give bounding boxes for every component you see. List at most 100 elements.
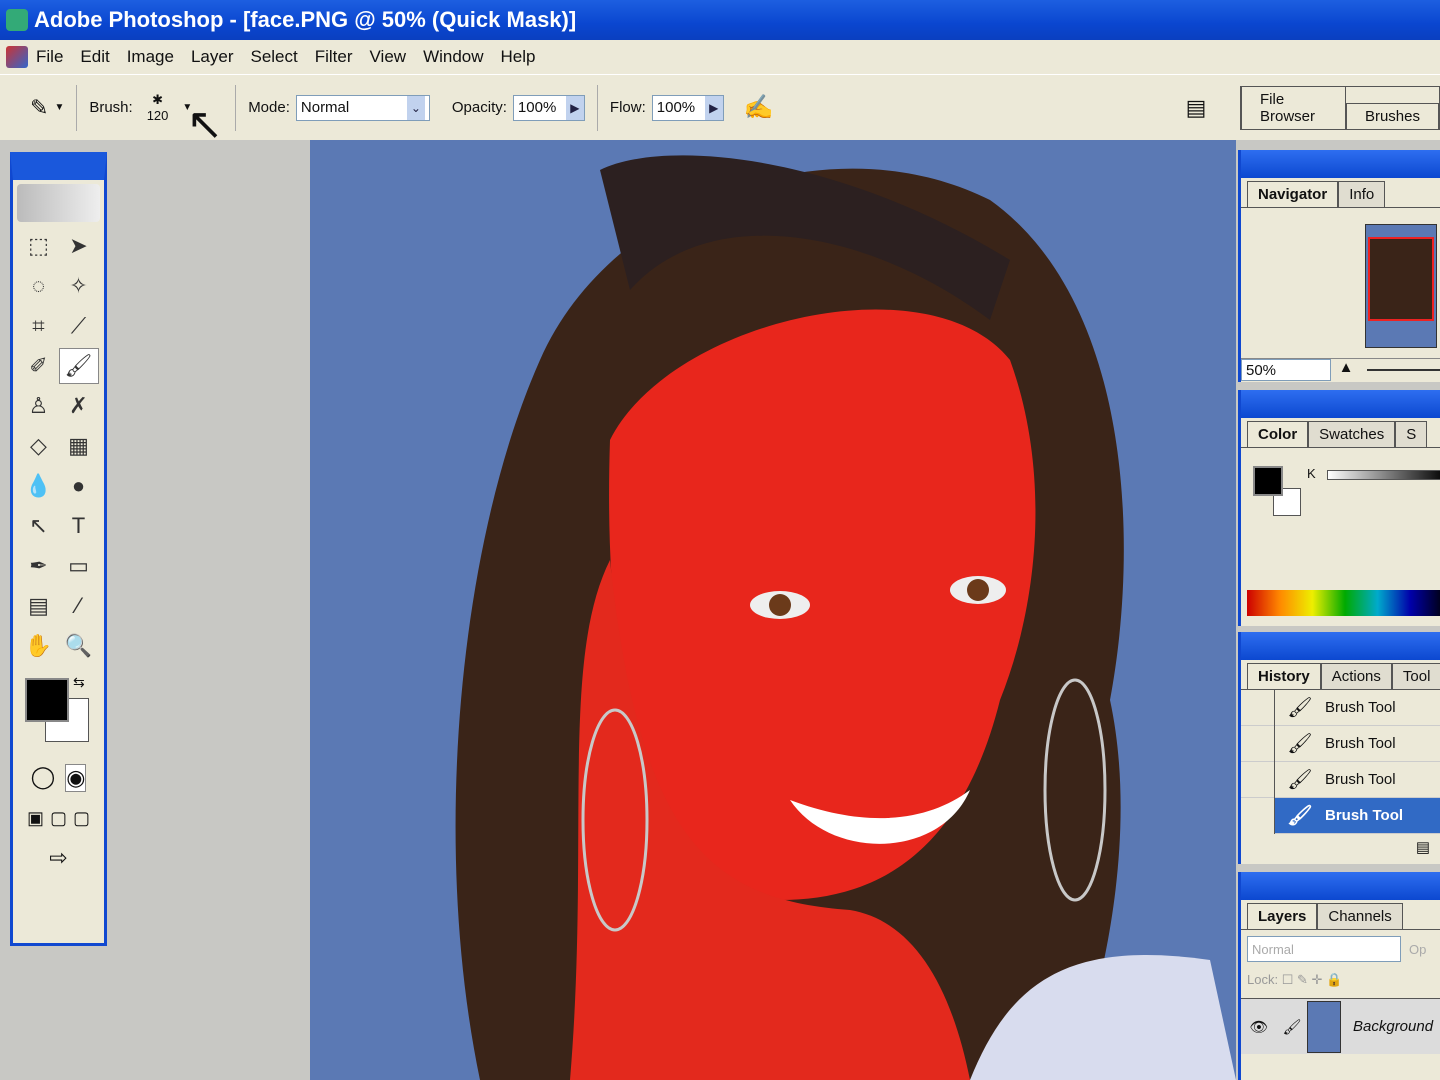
tab-actions[interactable]: Actions [1320, 663, 1392, 689]
pen-tool-icon[interactable]: ✒ [19, 548, 59, 584]
tab-channels[interactable]: Channels [1317, 903, 1403, 929]
panel-titlebar[interactable] [1241, 390, 1440, 418]
quick-mask-mode-icon[interactable]: ◉ [65, 764, 87, 792]
tab-swatches[interactable]: Swatches [1308, 421, 1396, 447]
magic-wand-icon[interactable]: ✧ [59, 268, 99, 304]
clone-stamp-icon[interactable]: ♙ [19, 388, 59, 424]
notes-tool-icon[interactable]: ▤ [19, 588, 59, 624]
history-menu-icon[interactable]: ▤ [1241, 834, 1440, 860]
opacity-input[interactable]: 100% ▶ [512, 94, 585, 121]
color-panel: Color Swatches S K [1238, 390, 1440, 626]
app-logo-icon[interactable] [6, 46, 28, 68]
mode-select[interactable]: Normal ⌄ [295, 94, 430, 121]
dodge-icon[interactable]: ● [59, 468, 99, 504]
color-foreground-swatch[interactable] [1253, 466, 1283, 496]
menu-filter[interactable]: Filter [315, 47, 353, 67]
tab-brushes[interactable]: Brushes [1345, 103, 1439, 129]
image-canvas[interactable] [310, 140, 1236, 1080]
menu-file[interactable]: File [36, 47, 63, 67]
tab-tool-presets[interactable]: Tool [1391, 663, 1440, 689]
crop-tool-icon[interactable]: ⌗ [19, 308, 59, 344]
tab-navigator[interactable]: Navigator [1247, 181, 1339, 207]
move-tool-icon[interactable]: ➤ [59, 228, 99, 264]
brush-preset-icon[interactable]: ✎ [30, 95, 48, 121]
full-screen-icon[interactable]: ▢ [73, 808, 90, 829]
airbrush-icon[interactable]: ✍ [744, 93, 774, 122]
opacity-slider-arrow-icon[interactable]: ▶ [565, 95, 584, 120]
path-select-icon[interactable]: ↖ [19, 508, 59, 544]
history-item[interactable]: 🖌 Brush Tool [1241, 761, 1440, 798]
panel-titlebar[interactable] [1241, 632, 1440, 660]
tab-file-browser[interactable]: File Browser [1241, 86, 1346, 129]
slice-tool-icon[interactable]: ⟋ [59, 308, 99, 344]
history-brush-icon[interactable]: ✗ [59, 388, 99, 424]
zoom-tool-icon[interactable]: 🔍 [59, 628, 99, 664]
foreground-color-swatch[interactable] [25, 678, 69, 722]
healing-brush-icon[interactable]: ✐ [19, 348, 59, 384]
panel-titlebar[interactable] [1241, 872, 1440, 900]
menu-help[interactable]: Help [501, 47, 536, 67]
flow-input[interactable]: 100% ▶ [651, 94, 724, 121]
blend-mode-select[interactable]: Normal [1247, 936, 1401, 962]
zoom-input[interactable]: 50% [1241, 359, 1331, 381]
standard-mode-icon[interactable]: ◯ [31, 764, 56, 792]
shape-tool-icon[interactable]: ▭ [59, 548, 99, 584]
palette-well: File Browser Brushes [1240, 86, 1440, 130]
zoom-out-icon[interactable]: ▲ [1331, 359, 1361, 382]
menu-edit[interactable]: Edit [80, 47, 109, 67]
full-screen-menu-icon[interactable]: ▢ [50, 808, 67, 829]
eraser-icon[interactable]: ◇ [19, 428, 59, 464]
history-item[interactable]: 🖌 Brush Tool [1241, 725, 1440, 762]
swap-colors-icon[interactable]: ⇆ [73, 674, 85, 691]
hand-tool-icon[interactable]: ✋ [19, 628, 59, 664]
history-source [1241, 761, 1275, 798]
tab-styles[interactable]: S [1395, 421, 1428, 447]
photoshop-eye-logo[interactable] [17, 184, 100, 222]
layer-name: Background [1353, 1018, 1434, 1035]
zoom-slider[interactable] [1367, 369, 1440, 382]
history-label: Brush Tool [1325, 807, 1404, 824]
view-box[interactable] [1368, 237, 1434, 321]
brush-label: Brush: [89, 99, 133, 116]
tab-color[interactable]: Color [1247, 421, 1309, 447]
brush-tool-icon[interactable]: 🖌 [58, 348, 99, 384]
brush-picker[interactable]: ✱ 120 [147, 92, 169, 123]
menu-select[interactable]: Select [250, 47, 297, 67]
lock-icons[interactable]: ☐ ✎ ✛ 🔒 [1282, 972, 1342, 987]
history-item-selected[interactable]: 🖌 Brush Tool [1241, 797, 1440, 834]
divider [596, 84, 598, 131]
layers-panel: Layers Channels Normal Op Lock: ☐ ✎ ✛ 🔒 👁 🖌… [1238, 872, 1440, 1080]
lock-label: Lock: [1247, 972, 1279, 987]
eyedropper-icon[interactable]: ⁄ [59, 588, 99, 624]
imageready-icon[interactable]: ⇨ [13, 845, 104, 871]
navigator-thumbnail[interactable] [1365, 224, 1437, 348]
panel-titlebar[interactable] [1241, 150, 1440, 178]
opacity-label: Opacity: [451, 99, 507, 116]
lasso-tool-icon[interactable]: ◌ [19, 268, 59, 304]
palette-toggle-icon[interactable]: ▤ [1186, 95, 1207, 121]
menu-layer[interactable]: Layer [191, 47, 234, 67]
preset-dropdown-icon[interactable]: ▼ [54, 102, 64, 113]
color-swatches: ⇆ [13, 672, 104, 758]
tab-layers[interactable]: Layers [1247, 903, 1318, 929]
color-ramp[interactable] [1247, 590, 1440, 616]
menu-window[interactable]: Window [423, 47, 483, 67]
gradient-icon[interactable]: ▦ [59, 428, 99, 464]
navigator-panel: Navigator Info 50% ▲ [1238, 150, 1440, 382]
flow-slider-arrow-icon[interactable]: ▶ [704, 95, 723, 120]
mode-label: Mode: [248, 99, 290, 116]
type-tool-icon[interactable]: T [59, 508, 99, 544]
tab-info[interactable]: Info [1338, 181, 1386, 207]
menu-view[interactable]: View [370, 47, 407, 67]
eye-icon[interactable]: 👁 [1241, 1018, 1277, 1036]
marquee-tool-icon[interactable]: ⬚ [19, 228, 59, 264]
blur-icon[interactable]: 💧 [19, 468, 59, 504]
menu-image[interactable]: Image [127, 47, 174, 67]
standard-screen-icon[interactable]: ▣ [27, 808, 44, 829]
photo [455, 155, 1236, 1080]
k-slider[interactable] [1327, 470, 1440, 480]
tab-history[interactable]: History [1247, 663, 1321, 689]
history-item[interactable]: 🖌 Brush Tool [1241, 689, 1440, 726]
title-bar: Adobe Photoshop - [face.PNG @ 50% (Quick… [0, 0, 1440, 40]
layer-row[interactable]: 👁 🖌 Background [1241, 998, 1440, 1054]
